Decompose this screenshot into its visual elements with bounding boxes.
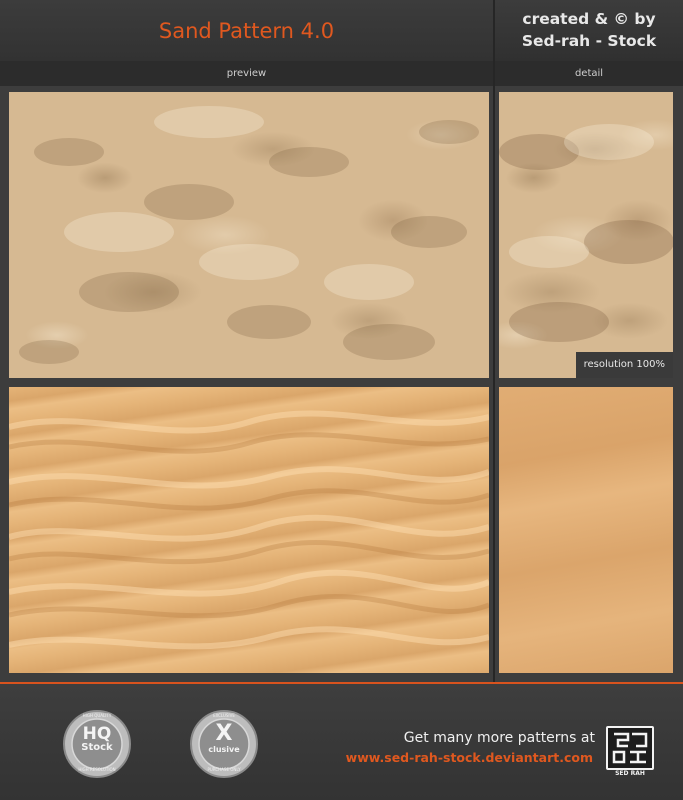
x-badge-ring-bottom: PURCHASE ONLY	[207, 767, 241, 772]
sed-rah-logo-icon: SED RAH	[606, 726, 654, 777]
page-title: Sand Pattern 4.0	[158, 19, 335, 43]
sed-rah-logo-mark	[612, 732, 648, 764]
hq-badge-word: Stock	[81, 742, 113, 753]
credit-line-2: Sed-rah - Stock	[521, 32, 657, 50]
fine-sand-detail-texture	[499, 124, 673, 342]
resolution-badge: resolution 100%	[575, 352, 673, 378]
hq-badge-ring-top: HIGH QUALITY	[82, 713, 112, 718]
credit-block: created & © by Sed-rah - Stock	[495, 8, 683, 52]
hq-badge-ring-bottom: HIGH RESOLUTION	[78, 767, 116, 772]
logo-text: SED RAH	[615, 770, 645, 777]
exclusive-badge-icon: X clusive EXCLUSIVE PURCHASE ONLY	[189, 709, 259, 779]
column-divider	[493, 0, 495, 682]
dune-sand-detail	[499, 387, 673, 673]
preview-label: preview	[0, 61, 493, 86]
site-link[interactable]: www.sed-rah-stock.deviantart.com	[346, 750, 593, 765]
dune-ripple-texture	[9, 410, 489, 650]
promo-text: Get many more patterns at	[403, 730, 595, 746]
fine-sand-texture	[19, 106, 479, 364]
x-badge-word: clusive	[208, 745, 240, 754]
fine-sand-detail: resolution 100%	[499, 92, 673, 378]
detail-label: detail	[495, 61, 683, 86]
hq-badge-big: HQ	[82, 724, 112, 744]
x-badge-big: X	[215, 721, 233, 746]
credit-line-1: created & © by	[522, 10, 656, 28]
hq-stock-badge-icon: HQ Stock HIGH QUALITY HIGH RESOLUTION	[62, 709, 132, 779]
dune-sand-preview	[9, 387, 489, 673]
x-badge-ring-top: EXCLUSIVE	[213, 713, 235, 718]
fine-sand-preview	[9, 92, 489, 378]
